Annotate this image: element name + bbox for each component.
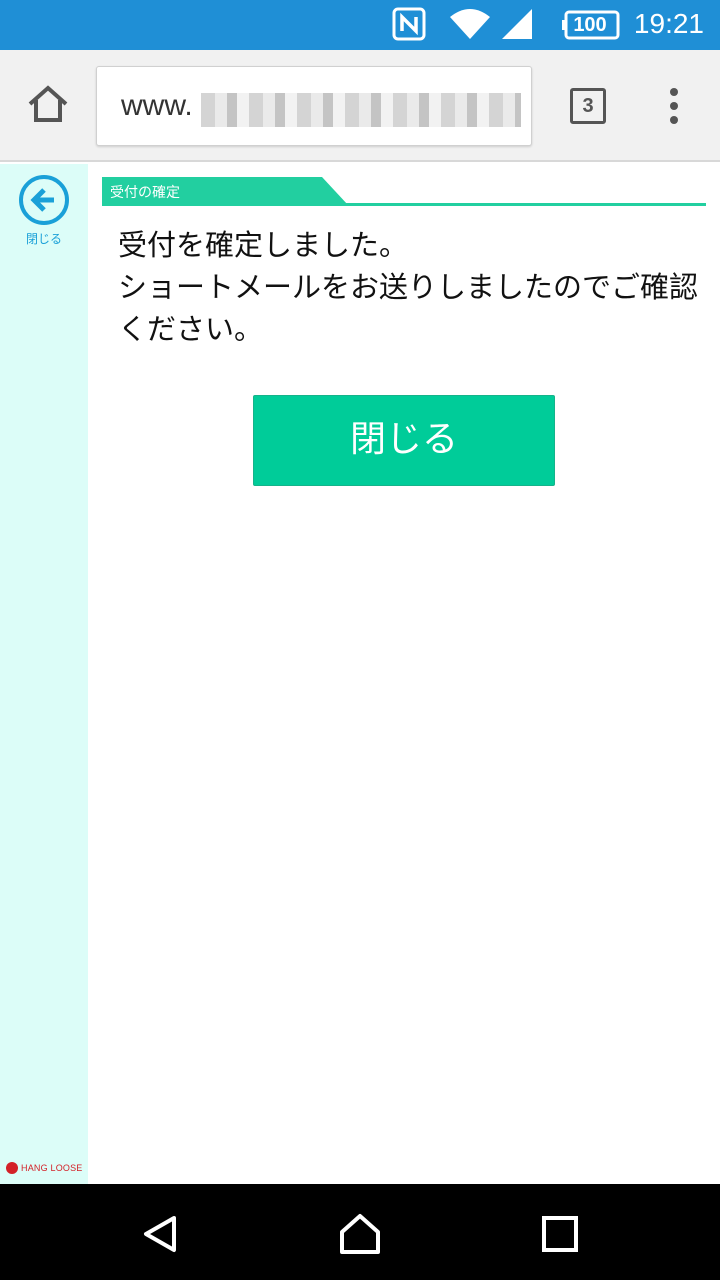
message-line-1: 受付を確定しました。 xyxy=(118,228,409,262)
confirmation-message: 受付を確定しました。 ショートメールをお送りしましたのでご確認ください。 xyxy=(118,224,708,350)
tabs-icon[interactable]: 3 xyxy=(570,88,606,124)
brand-mark-icon xyxy=(6,1162,18,1174)
home-icon[interactable] xyxy=(338,1212,382,1260)
section-header: 受付の確定 xyxy=(102,177,706,207)
section-divider xyxy=(102,203,706,206)
url-bar[interactable]: www. xyxy=(96,66,532,146)
url-text: www. xyxy=(121,89,193,122)
browser-toolbar: www. 3 xyxy=(0,50,720,162)
brand-text: HANG LOOSE xyxy=(21,1163,83,1173)
arrow-left-circle-icon xyxy=(19,175,69,225)
back-triangle-icon[interactable] xyxy=(140,1214,180,1258)
wifi-icon xyxy=(448,7,492,45)
navigation-bar xyxy=(0,1184,720,1280)
close-button[interactable]: 閉じる xyxy=(253,395,555,486)
status-time: 19:21 xyxy=(633,8,704,39)
battery-level: 100 xyxy=(573,14,607,36)
section-title: 受付の確定 xyxy=(110,185,180,201)
overflow-menu-icon[interactable] xyxy=(664,88,684,128)
nfc-icon xyxy=(392,7,426,45)
sidebar: 閉じる HANG LOOSE xyxy=(0,164,88,1184)
back-label: 閉じる xyxy=(25,232,62,246)
back-button[interactable]: 閉じる xyxy=(18,174,70,247)
brand-logo: HANG LOOSE xyxy=(6,1162,83,1174)
status-bar: 100 19:21 xyxy=(0,0,720,50)
recent-apps-icon[interactable] xyxy=(540,1214,580,1258)
cell-signal-icon xyxy=(500,7,534,45)
home-icon[interactable] xyxy=(26,84,70,128)
url-redacted xyxy=(201,93,521,127)
message-line-2: ショートメールをお送りしましたのでご確認ください。 xyxy=(118,270,699,346)
